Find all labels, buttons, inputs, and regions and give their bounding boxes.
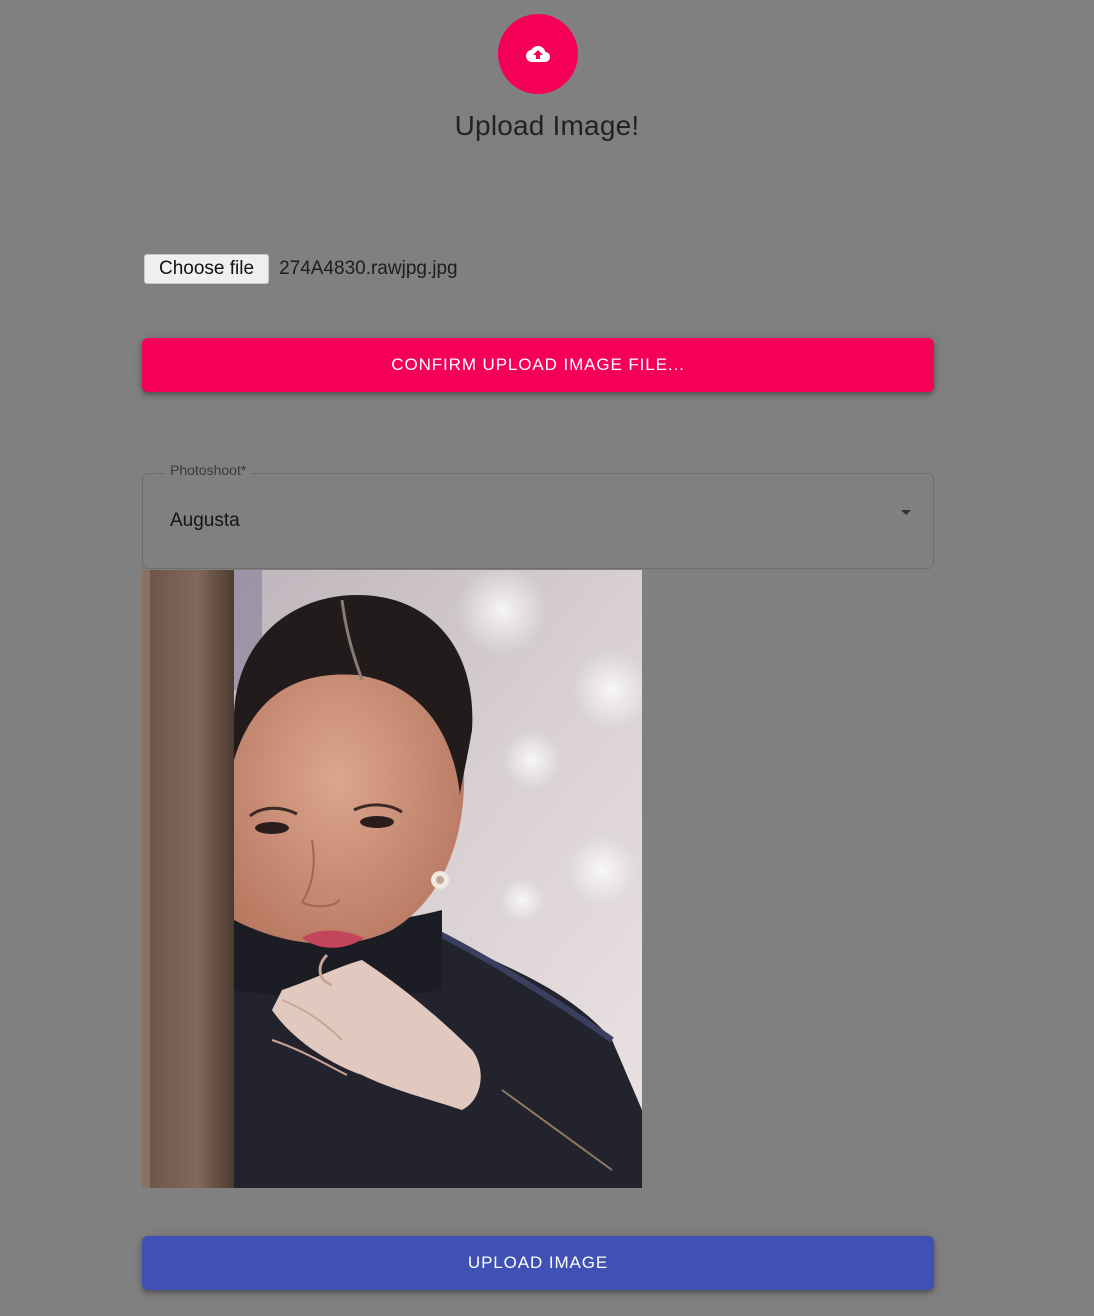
upload-image-button[interactable]: UPLOAD IMAGE (142, 1236, 934, 1290)
photoshoot-select[interactable]: Photoshoot* Augusta (142, 462, 934, 569)
selected-file-name: 274A4830.rawjpg.jpg (279, 258, 458, 279)
chevron-down-icon[interactable] (901, 510, 911, 515)
choose-file-button[interactable]: Choose file (144, 254, 270, 284)
confirm-upload-button[interactable]: CONFIRM UPLOAD IMAGE FILE... (142, 338, 934, 392)
photoshoot-select-value: Augusta (170, 510, 240, 531)
file-input[interactable]: Choose file 274A4830.rawjpg.jpg (144, 254, 458, 284)
image-preview (142, 570, 642, 1188)
photoshoot-select-label: Photoshoot* (165, 462, 252, 478)
upload-avatar (498, 14, 578, 94)
page-title: Upload Image! (454, 110, 640, 141)
cloud-upload-icon (526, 46, 550, 62)
portrait-image (142, 570, 642, 1188)
